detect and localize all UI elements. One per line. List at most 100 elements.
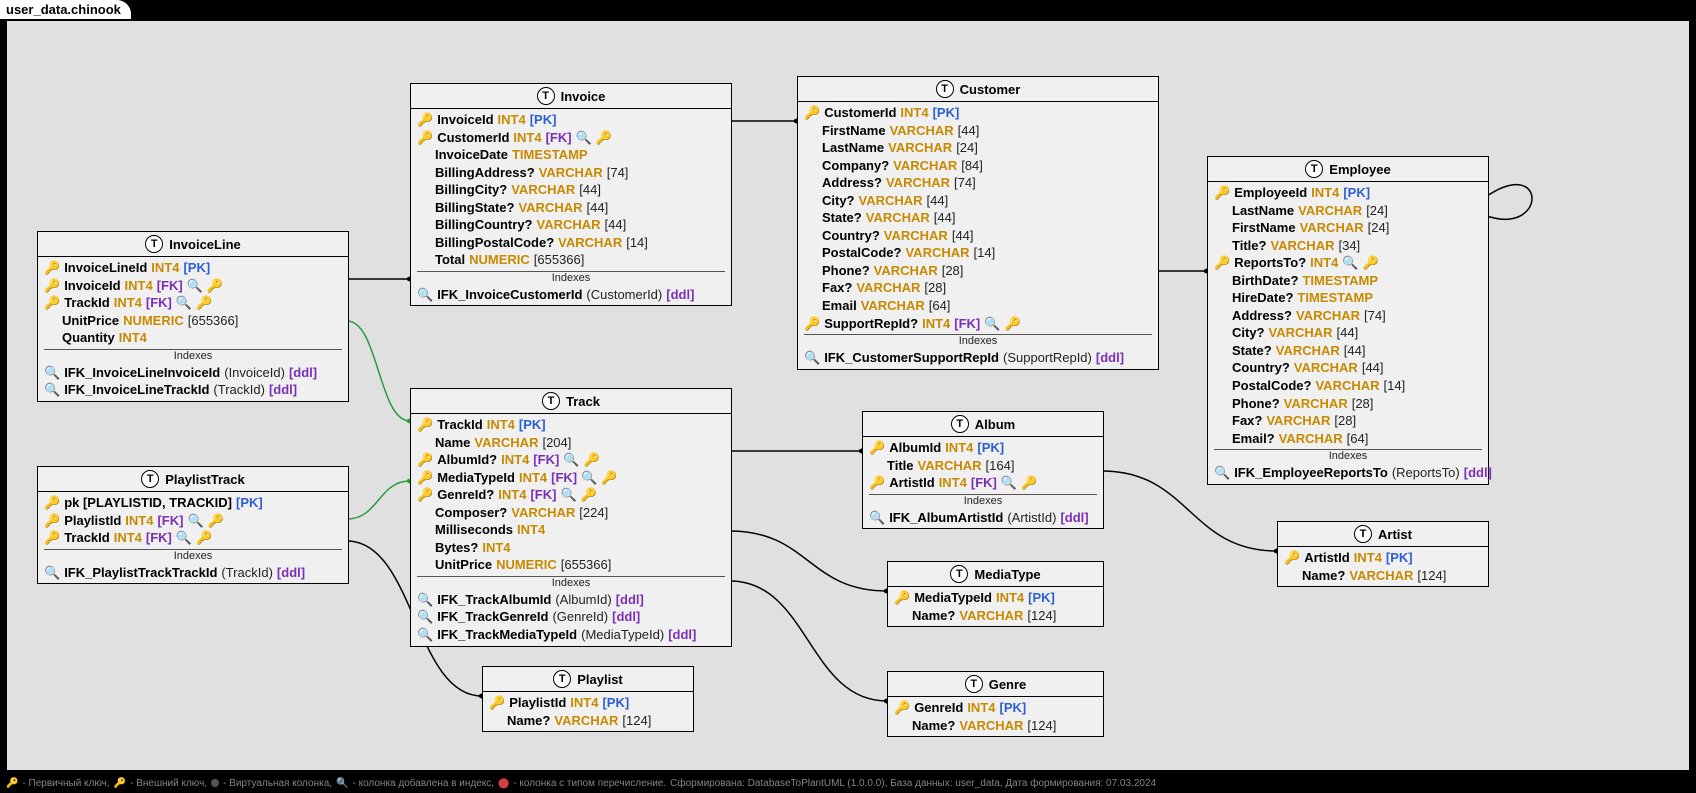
table-icon: T xyxy=(936,80,954,98)
table-icon: T xyxy=(951,415,969,433)
column-row: Name VARCHAR[204] xyxy=(417,434,725,452)
column-row: Address? VARCHAR[74] xyxy=(804,174,1152,192)
index-row: 🔍IFK_TrackAlbumId(AlbumId) [ddl] xyxy=(417,591,725,609)
key-grey-icon: 🔑 xyxy=(601,469,617,487)
column-row: 🔑InvoiceLineId INT4 [PK] xyxy=(44,259,342,277)
column-row: UnitPrice NUMERIC[655366] xyxy=(44,312,342,330)
column-row: BillingCity? VARCHAR[44] xyxy=(417,181,725,199)
key-grey-icon: 🔑 xyxy=(581,486,597,504)
table-playlist: TPlaylist 🔑PlaylistId INT4 [PK]Name? VARC… xyxy=(482,666,694,732)
key-gold-icon: 🔑 xyxy=(1214,184,1230,202)
column-row: 🔑TrackId INT4 [PK] xyxy=(417,416,725,434)
column-row: 🔑CustomerId INT4 [PK] xyxy=(804,104,1152,122)
key-gold-icon: 🔑 xyxy=(44,494,60,512)
column-row: 🔑CustomerId INT4 [FK] 🔍 🔑 xyxy=(417,129,725,147)
table-icon: T xyxy=(553,670,571,688)
index-row: 🔍IFK_InvoiceLineInvoiceId(InvoiceId) [dd… xyxy=(44,364,342,382)
tab-title: user_data.chinook xyxy=(0,0,131,19)
table-album: TAlbum🔑AlbumId INT4 [PK]Title VARCHAR[16… xyxy=(862,411,1104,529)
index-icon: 🔍 xyxy=(417,626,433,644)
column-row: 🔑ArtistId INT4 [FK] 🔍 🔑 xyxy=(869,474,1097,492)
index-row: 🔍IFK_TrackGenreId(GenreId) [ddl] xyxy=(417,608,725,626)
column-row: InvoiceDate TIMESTAMP xyxy=(417,146,725,164)
index-icon: 🔍 xyxy=(1001,474,1017,492)
column-row: 🔑PlaylistId INT4 [PK] xyxy=(489,694,687,712)
column-row: Phone? VARCHAR[28] xyxy=(804,262,1152,280)
key-grey-icon: 🔑 xyxy=(804,315,820,333)
column-row: 🔑MediaTypeId INT4 [PK] xyxy=(894,589,1097,607)
indexes-separator: Indexes xyxy=(44,549,342,562)
key-green-icon: 🔑 xyxy=(196,529,212,547)
index-row: 🔍IFK_TrackMediaTypeId(MediaTypeId) [ddl] xyxy=(417,626,725,644)
table-icon: T xyxy=(542,392,560,410)
bluedot-icon: 🔍 xyxy=(336,778,348,789)
indexes-separator: Indexes xyxy=(1214,449,1482,462)
key-gold-icon: 🔑 xyxy=(489,694,505,712)
index-icon: 🔍 xyxy=(187,277,203,295)
index-icon: 🔍 xyxy=(417,608,433,626)
column-row: Country? VARCHAR[44] xyxy=(1214,359,1482,377)
index-icon: 🔍 xyxy=(417,591,433,609)
table-track: TTrack🔑TrackId INT4 [PK]Name VARCHAR[204… xyxy=(410,388,732,647)
column-row: UnitPrice NUMERIC[655366] xyxy=(417,556,725,574)
key-grey-icon: 🔑 xyxy=(1363,254,1379,272)
dot-icon xyxy=(211,779,219,787)
key-grey-icon: 🔑 xyxy=(208,512,224,530)
column-row: Name? VARCHAR[124] xyxy=(894,717,1097,735)
column-row: Title VARCHAR[164] xyxy=(869,457,1097,475)
key-grey-icon: 🔑 xyxy=(1004,315,1020,333)
index-icon: 🔍 xyxy=(44,381,60,399)
table-title: TPlaylist xyxy=(483,667,693,692)
column-row: BirthDate? TIMESTAMP xyxy=(1214,272,1482,290)
key-grey-icon: 🔑 xyxy=(583,451,599,469)
column-row: FirstName VARCHAR[24] xyxy=(1214,219,1482,237)
index-row: 🔍IFK_EmployeeReportsTo(ReportsTo) [ddl] xyxy=(1214,464,1482,482)
column-row: Email? VARCHAR[64] xyxy=(1214,430,1482,448)
key-grey-icon: 🔑 xyxy=(417,451,433,469)
column-row: Name? VARCHAR[124] xyxy=(894,607,1097,625)
index-icon: 🔍 xyxy=(44,564,60,582)
index-row: 🔍IFK_InvoiceCustomerId(CustomerId) [ddl] xyxy=(417,286,725,304)
key-gold-icon: 🔑 xyxy=(417,416,433,434)
diagram-inner: TInvoiceLine 🔑InvoiceLineId INT4 [PK] 🔑 Inv… xyxy=(6,20,1690,771)
index-icon: 🔍 xyxy=(176,529,192,547)
column-row: Phone? VARCHAR[28] xyxy=(1214,395,1482,413)
table-title: TCustomer xyxy=(798,77,1158,102)
column-row: FirstName VARCHAR[44] xyxy=(804,122,1152,140)
index-icon: 🔍 xyxy=(417,286,433,304)
index-row: 🔍IFK_PlaylistTrackTrackId(TrackId) [ddl] xyxy=(44,564,342,582)
index-row: 🔍IFK_InvoiceLineTrackId(TrackId) [ddl] xyxy=(44,381,342,399)
column-row: 🔑ReportsTo? INT4 🔍 🔑 xyxy=(1214,254,1482,272)
column-row: Fax? VARCHAR[28] xyxy=(1214,412,1482,430)
column-row: BillingAddress? VARCHAR[74] xyxy=(417,164,725,182)
column-row: 🔑AlbumId? INT4 [FK] 🔍 🔑 xyxy=(417,451,725,469)
table-invoice: TInvoice🔑InvoiceId INT4 [PK]🔑CustomerId … xyxy=(410,83,732,306)
index-icon: 🔍 xyxy=(560,486,576,504)
column-row: Composer? VARCHAR[224] xyxy=(417,504,725,522)
table-invoiceline: TInvoiceLine🔑InvoiceLineId INT4 [PK]🔑Inv… xyxy=(37,231,349,402)
red-icon: ⬤ xyxy=(498,778,509,789)
column-row: Email VARCHAR[64] xyxy=(804,297,1152,315)
column-row: 🔑ArtistId INT4 [PK] xyxy=(1284,549,1482,567)
column-row: City? VARCHAR[44] xyxy=(804,192,1152,210)
column-row: 🔑TrackId INT4 [FK] 🔍 🔑 xyxy=(44,529,342,547)
column-row: HireDate? TIMESTAMP xyxy=(1214,289,1482,307)
column-row: 🔑AlbumId INT4 [PK] xyxy=(869,439,1097,457)
index-icon: 🔍 xyxy=(176,294,192,312)
column-row: BillingPostalCode? VARCHAR[14] xyxy=(417,234,725,252)
column-row: Company? VARCHAR[84] xyxy=(804,157,1152,175)
column-row: State? VARCHAR[44] xyxy=(804,209,1152,227)
table-title: TInvoiceLine xyxy=(38,232,348,257)
column-row: 🔑MediaTypeId INT4 [FK] 🔍 🔑 xyxy=(417,469,725,487)
column-row: Bytes? INT4 xyxy=(417,539,725,557)
column-row: LastName VARCHAR[24] xyxy=(804,139,1152,157)
index-icon: 🔍 xyxy=(1342,254,1358,272)
column-row: BillingCountry? VARCHAR[44] xyxy=(417,216,725,234)
table-customer: TCustomer 🔑CustomerId INT4 [PK]FirstName … xyxy=(797,76,1159,370)
key-grey-icon: 🔑 xyxy=(44,529,60,547)
column-row: Name? VARCHAR[124] xyxy=(489,712,687,730)
key-gold-icon: 🔑 xyxy=(417,111,433,129)
key-gold-icon: 🔑 xyxy=(869,439,885,457)
column-row: Title? VARCHAR[34] xyxy=(1214,237,1482,255)
index-icon: 🔍 xyxy=(563,451,579,469)
